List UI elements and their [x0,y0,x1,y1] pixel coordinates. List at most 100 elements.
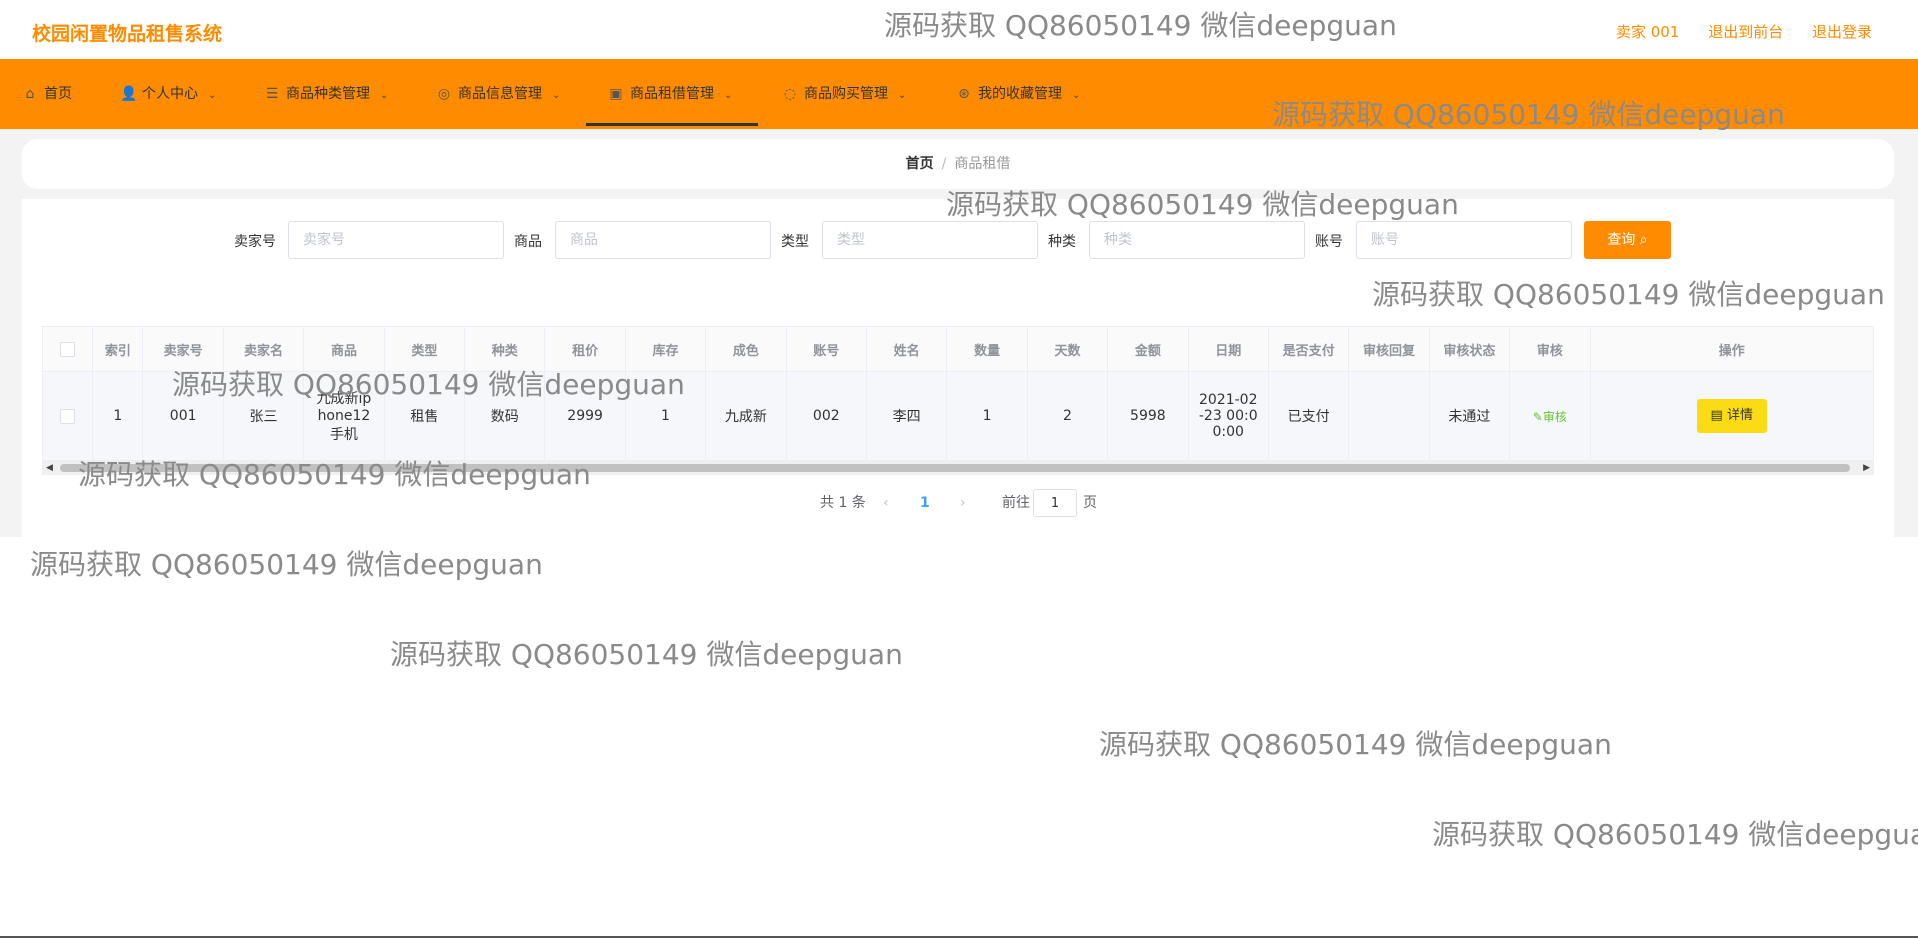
column-header: 日期 [1187,326,1269,372]
nav-label: 商品信息管理 [458,86,542,102]
nav-item-home[interactable]: ⌂ 首页 [22,59,72,129]
current-page-number[interactable]: 1 [920,489,930,517]
column-header: 类型 [383,326,466,372]
category-input[interactable] [1089,221,1305,259]
account-input[interactable] [1356,221,1572,259]
column-header: 商品 [303,326,385,372]
column-header: 操作 [1589,326,1874,372]
nav-item-product-info[interactable]: ◎ 商品信息管理 ⌄ [436,59,561,129]
nav-label: 商品购买管理 [804,86,888,102]
breadcrumb-current: 商品租借 [954,156,1011,172]
nav-label: 我的收藏管理 [978,86,1062,102]
rental-table: 索引 卖家号 卖家名 商品 类型 种类 租价 库存 成色 账号 姓名 数量 天数… [41,326,1874,461]
scrollbar-thumb[interactable] [60,464,1850,472]
cell-days: 2 [1026,371,1109,461]
nav-item-rental-management[interactable]: ▣ 商品租借管理 ⌄ [586,59,758,126]
cell-account: 002 [785,371,867,461]
search-icon: ⌕ [1639,232,1648,248]
page-suffix: 页 [1083,495,1097,511]
cell-quantity: 1 [946,371,1028,461]
column-header: 成色 [705,326,787,372]
document-icon: ▤ [1710,408,1723,423]
scroll-right-icon[interactable]: ▶ [1863,461,1870,475]
select-all-cell [41,326,94,372]
scroll-left-icon[interactable]: ◀ [46,461,53,475]
header-actions: 卖家 001 退出到前台 退出登录 [1592,21,1872,42]
next-page-button[interactable]: › [960,489,966,517]
cell-stock: 1 [624,371,707,461]
table-horizontal-scrollbar[interactable]: ◀ ▶ [42,461,1874,475]
goto-label: 前往 [1002,495,1030,511]
column-header: 租价 [544,326,626,372]
exit-to-front-link[interactable]: 退出到前台 [1708,23,1783,41]
category-label: 种类 [1048,234,1076,250]
select-all-checkbox[interactable] [60,341,76,357]
cell-date: 2021-02-23 00:00:00 [1187,371,1269,461]
query-button[interactable]: 查询 ⌕ [1584,221,1671,259]
buy-icon: ◌ [783,86,797,102]
rent-icon: ▣ [609,86,623,102]
watermark-text: 源码获取 QQ86050149 微信deepguan [1099,728,1612,761]
nav-label: 商品种类管理 [286,86,370,102]
cell-name: 李四 [865,371,948,461]
watermark-text: 源码获取 QQ86050149 微信deepguan [390,638,903,671]
pagination-total: 共 1 条 [820,495,866,511]
chevron-down-icon: ⌄ [380,90,389,101]
column-header: 审核状态 [1428,326,1511,372]
chevron-down-icon: ⌄ [898,90,907,101]
breadcrumb-separator: / [941,156,947,172]
nav-item-purchase-management[interactable]: ◌ 商品购买管理 ⌄ [782,59,907,129]
column-header: 卖家号 [142,326,224,372]
column-header: 数量 [946,326,1028,372]
column-header: 是否支付 [1267,326,1350,372]
watermark-text: 源码获取 QQ86050149 微信deepguan [30,548,543,581]
cell-rent-price: 2999 [544,371,626,461]
column-header: 库存 [624,326,707,372]
table-row: 1 001 张三 九成新iphone12手机 租售 数码 2999 1 九成新 … [41,371,1874,461]
top-bar: 校园闲置物品租售系统 卖家 001 退出到前台 退出登录 [0,0,1918,60]
cell-actions: ▤ 详情 [1589,371,1874,461]
row-select-cell [41,371,94,461]
cell-type: 租售 [383,371,466,461]
user-icon: 👤 [120,86,138,102]
column-header: 索引 [92,326,144,372]
cell-seller-no: 001 [142,371,224,461]
column-header: 天数 [1026,326,1109,372]
nav-item-category-management[interactable]: ☰ 商品种类管理 ⌄ [264,59,389,129]
breadcrumb-home[interactable]: 首页 [906,156,934,172]
product-label: 商品 [514,234,542,250]
edit-icon: ✎ [1532,409,1543,424]
account-label: 账号 [1315,234,1343,250]
main-nav: ⌂ 首页 👤 个人中心 ⌄ ☰ 商品种类管理 ⌄ ◎ 商品信息管理 ⌄ ▣ 商品租借管理 ⌄ ◌ 商… [0,59,1918,129]
nav-item-favorites-management[interactable]: ⊛ 我的收藏管理 ⌄ [956,59,1080,129]
nav-label: 首页 [44,86,72,102]
chevron-down-icon: ⌄ [552,90,561,101]
info-icon: ◎ [437,86,451,102]
audit-link[interactable]: ✎审核 [1533,410,1567,424]
home-icon: ⌂ [25,86,35,102]
cell-reply [1348,371,1430,461]
prev-page-button[interactable]: ‹ [883,489,889,517]
column-header: 审核回复 [1348,326,1430,372]
cell-condition: 九成新 [705,371,787,461]
favorite-icon: ⊛ [958,86,970,102]
cell-product: 九成新iphone12手机 [303,371,385,461]
column-header: 金额 [1107,326,1189,372]
column-header: 审核 [1509,326,1591,372]
logout-link[interactable]: 退出登录 [1812,23,1872,41]
cell-category: 数码 [464,371,546,461]
query-button-label: 查询 [1607,232,1636,248]
nav-item-personal-center[interactable]: 👤 个人中心 ⌄ [120,59,216,129]
product-input[interactable] [555,221,771,259]
detail-button-label: 详情 [1726,408,1753,423]
watermark-text: 源码获取 QQ86050149 微信deepguan [1432,818,1918,851]
seller-no-input[interactable] [288,221,504,259]
cell-status: 未通过 [1428,371,1511,461]
nav-label: 商品租借管理 [630,86,714,102]
seller-no-label: 卖家号 [234,234,276,250]
row-checkbox[interactable] [60,408,76,424]
goto-page-input[interactable] [1033,489,1077,517]
column-header: 种类 [464,326,546,372]
detail-button[interactable]: ▤ 详情 [1696,399,1767,433]
type-input[interactable] [822,221,1038,259]
